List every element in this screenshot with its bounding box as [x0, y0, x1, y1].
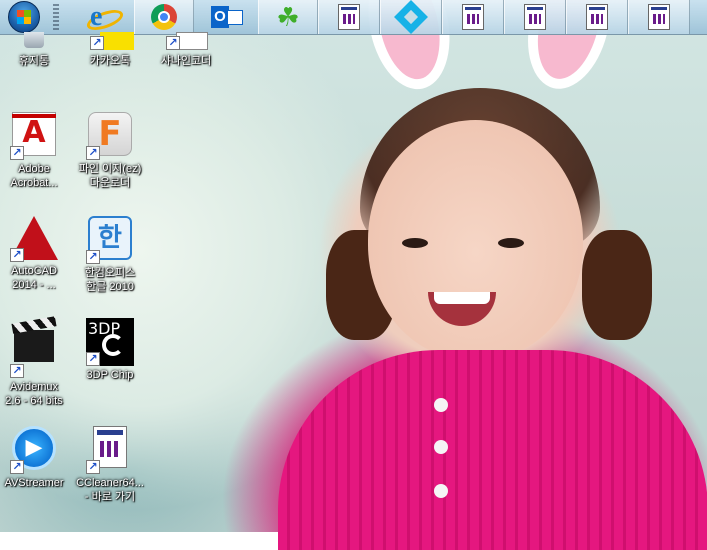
shortcut-arrow-icon: ↗ [90, 36, 104, 50]
desktop-icon-label: 샤나인코더 [160, 55, 212, 67]
shortcut-arrow-icon: ↗ [86, 250, 100, 264]
shana-encoder-icon: ↗ [162, 32, 210, 52]
desktop-icon-avidemux[interactable]: ↗ Avidemux 2.6 - 64 bits [0, 318, 72, 408]
wallpaper-sweater-button [434, 484, 448, 498]
taskbar-document-window-1[interactable] [318, 0, 380, 34]
taskbar-document-window-3[interactable] [504, 0, 566, 34]
kakaotalk-icon: ↗ [86, 32, 134, 52]
wallpaper-eye-right [498, 238, 524, 248]
avstreamer-icon: ▶ ↗ [10, 426, 58, 474]
shortcut-arrow-icon: ↗ [86, 352, 100, 366]
desktop-icon-recycle-bin[interactable]: 휴지통 [0, 32, 72, 68]
shortcut-arrow-icon: ↗ [10, 248, 24, 262]
acrobat-icon: A ↗ [10, 112, 58, 160]
taskbar-document-window-2[interactable] [442, 0, 504, 34]
desktop-icon-label: Adobe Acrobat... [10, 163, 58, 189]
wallpaper-sweater-button [434, 440, 448, 454]
taskbar-clover-button[interactable]: ☘ [258, 0, 318, 34]
taskbar-internet-explorer-button[interactable]: e [72, 0, 132, 35]
chrome-icon [151, 4, 177, 30]
document-icon [648, 4, 670, 30]
shortcut-arrow-icon: ↗ [166, 36, 180, 50]
taskbar-document-window-4[interactable] [566, 0, 628, 34]
finekey-icon: F ↗ [86, 112, 134, 160]
3dp-chip-icon: 3DP ↗ [86, 318, 134, 366]
desktop-icon-label: 한컴오피스 한글 2010 [84, 267, 136, 293]
wallpaper-face [368, 120, 583, 360]
clapperboard-icon: ↗ [10, 330, 58, 378]
clover-icon: ☘ [276, 2, 300, 32]
hwp-icon: 한 ↗ [86, 216, 134, 264]
taskbar-grip[interactable] [53, 4, 59, 30]
document-icon [462, 4, 484, 30]
document-icon [586, 4, 608, 30]
start-button[interactable] [0, 0, 48, 34]
kodi-icon [394, 0, 428, 34]
desktop-icon-adobe-acrobat[interactable]: A ↗ Adobe Acrobat... [0, 110, 72, 190]
taskbar-chrome-button[interactable] [134, 0, 194, 34]
windows-orb-icon [8, 1, 40, 33]
shortcut-arrow-icon: ↗ [10, 460, 24, 474]
desktop-icon-label: AutoCAD 2014 - ... [11, 265, 57, 291]
desktop-icon-autocad[interactable]: ↗ AutoCAD 2014 - ... [0, 214, 72, 292]
desktop-icon-finekey-downloader[interactable]: F ↗ 파인 이지(ez) 다운로더 [72, 110, 148, 190]
shortcut-arrow-icon: ↗ [86, 146, 100, 160]
shortcut-arrow-icon: ↗ [10, 146, 24, 160]
desktop-icon-avstreamer[interactable]: ▶ ↗ AVStreamer [0, 424, 72, 490]
wallpaper-eye-left [402, 238, 428, 248]
wallpaper-teeth [434, 292, 490, 304]
taskbar-kodi-button[interactable] [380, 0, 442, 34]
wallpaper-sweater-button [434, 398, 448, 412]
desktop-icon-3dp-chip[interactable]: 3DP ↗ 3DP Chip [72, 318, 148, 382]
desktop-icon-label: 3DP Chip [86, 369, 134, 381]
taskbar-document-window-5[interactable] [628, 0, 690, 34]
desktop-icon-shana-encoder[interactable]: ↗ 샤나인코더 [148, 32, 224, 68]
taskbar-outlook-button[interactable]: O [196, 0, 256, 34]
wallpaper-pigtail-right [582, 230, 652, 340]
shortcut-arrow-icon: ↗ [86, 460, 100, 474]
shortcut-arrow-icon: ↗ [10, 364, 24, 378]
desktop-icon-hancom-hwp[interactable]: 한 ↗ 한컴오피스 한글 2010 [72, 214, 148, 294]
autocad-icon: ↗ [10, 214, 58, 262]
desktop-icon-label: Avidemux 2.6 - 64 bits [5, 381, 63, 407]
ie-icon: e [84, 3, 126, 35]
desktop-icon-label: 파인 이지(ez) 다운로더 [78, 163, 142, 189]
desktop-icon-label: 카카오톡 [89, 55, 131, 67]
taskbar: e O ☘ [0, 0, 707, 35]
desktop-icon-label: CCleaner64... - 바로 가기 [76, 477, 144, 503]
document-icon [338, 4, 360, 30]
desktop-icon-kakaotalk[interactable]: ↗ 카카오톡 [72, 32, 148, 68]
outlook-icon: O [211, 4, 243, 30]
desktop-icon-label: AVStreamer [4, 477, 64, 489]
desktop-icon-ccleaner[interactable]: ↗ CCleaner64... - 바로 가기 [72, 424, 148, 504]
recycle-bin-icon [10, 32, 58, 52]
document-icon [524, 4, 546, 30]
ccleaner-icon: ↗ [86, 426, 134, 474]
desktop-icon-label: 휴지통 [18, 55, 50, 67]
